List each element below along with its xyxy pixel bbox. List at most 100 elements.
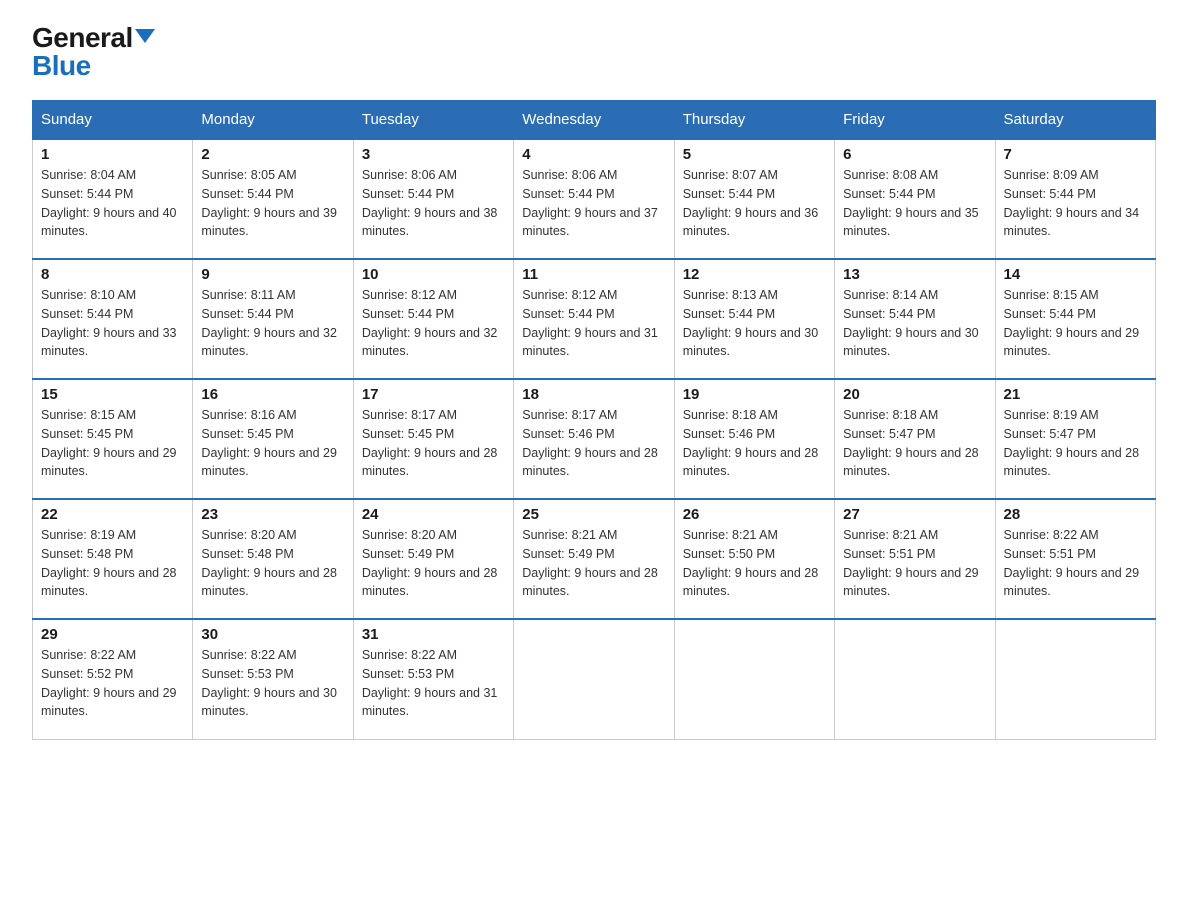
day-number: 28	[1004, 506, 1147, 523]
day-info: Sunrise: 8:20 AMSunset: 5:49 PMDaylight:…	[362, 526, 505, 601]
calendar-cell: 22 Sunrise: 8:19 AMSunset: 5:48 PMDayligh…	[33, 499, 193, 619]
day-info: Sunrise: 8:13 AMSunset: 5:44 PMDaylight:…	[683, 286, 826, 361]
day-number: 9	[201, 266, 344, 283]
day-info: Sunrise: 8:21 AMSunset: 5:49 PMDaylight:…	[522, 526, 665, 601]
day-info: Sunrise: 8:07 AMSunset: 5:44 PMDaylight:…	[683, 166, 826, 241]
day-info: Sunrise: 8:21 AMSunset: 5:50 PMDaylight:…	[683, 526, 826, 601]
calendar-cell: 11Sunrise: 8:12 AMSunset: 5:44 PMDayligh…	[514, 259, 674, 379]
day-number: 26	[683, 506, 826, 523]
calendar-cell: 4 Sunrise: 8:06 AMSunset: 5:44 PMDaylight…	[514, 139, 674, 259]
day-number: 22	[41, 506, 184, 523]
day-number: 24	[362, 506, 505, 523]
day-number: 5	[683, 146, 826, 163]
day-info: Sunrise: 8:05 AMSunset: 5:44 PMDaylight:…	[201, 166, 344, 241]
logo-general-text: General	[32, 24, 133, 52]
day-number: 30	[201, 626, 344, 643]
day-info: Sunrise: 8:22 AMSunset: 5:53 PMDaylight:…	[201, 646, 344, 721]
calendar-header-saturday: Saturday	[995, 101, 1155, 140]
day-info: Sunrise: 8:06 AMSunset: 5:44 PMDaylight:…	[522, 166, 665, 241]
calendar-table: SundayMondayTuesdayWednesdayThursdayFrid…	[32, 100, 1156, 740]
day-info: Sunrise: 8:15 AMSunset: 5:45 PMDaylight:…	[41, 406, 184, 481]
calendar-week-row-1: 1Sunrise: 8:04 AMSunset: 5:44 PMDaylight…	[33, 139, 1156, 259]
calendar-cell: 5 Sunrise: 8:07 AMSunset: 5:44 PMDaylight…	[674, 139, 834, 259]
calendar-header-wednesday: Wednesday	[514, 101, 674, 140]
calendar-cell: 14 Sunrise: 8:15 AMSunset: 5:44 PMDayligh…	[995, 259, 1155, 379]
page-header: General Blue	[32, 24, 1156, 80]
day-number: 15	[41, 386, 184, 403]
calendar-cell: 26 Sunrise: 8:21 AMSunset: 5:50 PMDayligh…	[674, 499, 834, 619]
calendar-cell	[995, 619, 1155, 739]
calendar-cell: 16Sunrise: 8:16 AMSunset: 5:45 PMDayligh…	[193, 379, 353, 499]
calendar-cell: 20Sunrise: 8:18 AMSunset: 5:47 PMDayligh…	[835, 379, 995, 499]
day-info: Sunrise: 8:19 AMSunset: 5:48 PMDaylight:…	[41, 526, 184, 601]
calendar-cell: 6 Sunrise: 8:08 AMSunset: 5:44 PMDaylight…	[835, 139, 995, 259]
calendar-week-row-2: 8 Sunrise: 8:10 AMSunset: 5:44 PMDaylight…	[33, 259, 1156, 379]
day-number: 21	[1004, 386, 1147, 403]
calendar-cell: 15 Sunrise: 8:15 AMSunset: 5:45 PMDayligh…	[33, 379, 193, 499]
calendar-header-monday: Monday	[193, 101, 353, 140]
day-info: Sunrise: 8:14 AMSunset: 5:44 PMDaylight:…	[843, 286, 986, 361]
calendar-header-row: SundayMondayTuesdayWednesdayThursdayFrid…	[33, 101, 1156, 140]
day-info: Sunrise: 8:12 AMSunset: 5:44 PMDaylight:…	[362, 286, 505, 361]
calendar-cell: 13 Sunrise: 8:14 AMSunset: 5:44 PMDayligh…	[835, 259, 995, 379]
calendar-cell: 3Sunrise: 8:06 AMSunset: 5:44 PMDaylight…	[353, 139, 513, 259]
calendar-week-row-5: 29 Sunrise: 8:22 AMSunset: 5:52 PMDayligh…	[33, 619, 1156, 739]
calendar-cell: 12 Sunrise: 8:13 AMSunset: 5:44 PMDayligh…	[674, 259, 834, 379]
day-number: 10	[362, 266, 505, 283]
calendar-cell: 1Sunrise: 8:04 AMSunset: 5:44 PMDaylight…	[33, 139, 193, 259]
day-number: 8	[41, 266, 184, 283]
day-number: 27	[843, 506, 986, 523]
day-info: Sunrise: 8:10 AMSunset: 5:44 PMDaylight:…	[41, 286, 184, 361]
calendar-cell: 18Sunrise: 8:17 AMSunset: 5:46 PMDayligh…	[514, 379, 674, 499]
calendar-cell: 23 Sunrise: 8:20 AMSunset: 5:48 PMDayligh…	[193, 499, 353, 619]
day-number: 4	[522, 146, 665, 163]
day-info: Sunrise: 8:08 AMSunset: 5:44 PMDaylight:…	[843, 166, 986, 241]
day-info: Sunrise: 8:18 AMSunset: 5:47 PMDaylight:…	[843, 406, 986, 481]
calendar-header-thursday: Thursday	[674, 101, 834, 140]
calendar-header-tuesday: Tuesday	[353, 101, 513, 140]
day-number: 25	[522, 506, 665, 523]
logo-triangle-icon	[135, 29, 155, 43]
day-number: 18	[522, 386, 665, 403]
calendar-week-row-3: 15 Sunrise: 8:15 AMSunset: 5:45 PMDayligh…	[33, 379, 1156, 499]
day-info: Sunrise: 8:22 AMSunset: 5:52 PMDaylight:…	[41, 646, 184, 721]
day-number: 23	[201, 506, 344, 523]
calendar-cell: 31 Sunrise: 8:22 AMSunset: 5:53 PMDayligh…	[353, 619, 513, 739]
day-number: 6	[843, 146, 986, 163]
day-info: Sunrise: 8:22 AMSunset: 5:51 PMDaylight:…	[1004, 526, 1147, 601]
calendar-cell	[835, 619, 995, 739]
day-number: 12	[683, 266, 826, 283]
day-number: 14	[1004, 266, 1147, 283]
calendar-cell: 7 Sunrise: 8:09 AMSunset: 5:44 PMDaylight…	[995, 139, 1155, 259]
day-info: Sunrise: 8:20 AMSunset: 5:48 PMDaylight:…	[201, 526, 344, 601]
calendar-cell: 10 Sunrise: 8:12 AMSunset: 5:44 PMDayligh…	[353, 259, 513, 379]
calendar-cell: 21 Sunrise: 8:19 AMSunset: 5:47 PMDayligh…	[995, 379, 1155, 499]
day-info: Sunrise: 8:21 AMSunset: 5:51 PMDaylight:…	[843, 526, 986, 601]
calendar-week-row-4: 22 Sunrise: 8:19 AMSunset: 5:48 PMDayligh…	[33, 499, 1156, 619]
calendar-cell	[674, 619, 834, 739]
day-info: Sunrise: 8:12 AMSunset: 5:44 PMDaylight:…	[522, 286, 665, 361]
calendar-cell: 25 Sunrise: 8:21 AMSunset: 5:49 PMDayligh…	[514, 499, 674, 619]
calendar-cell: 30 Sunrise: 8:22 AMSunset: 5:53 PMDayligh…	[193, 619, 353, 739]
day-info: Sunrise: 8:11 AMSunset: 5:44 PMDaylight:…	[201, 286, 344, 361]
day-number: 29	[41, 626, 184, 643]
calendar-cell: 29 Sunrise: 8:22 AMSunset: 5:52 PMDayligh…	[33, 619, 193, 739]
day-info: Sunrise: 8:17 AMSunset: 5:45 PMDaylight:…	[362, 406, 505, 481]
logo-blue-text: Blue	[32, 52, 155, 80]
calendar-cell: 28 Sunrise: 8:22 AMSunset: 5:51 PMDayligh…	[995, 499, 1155, 619]
day-number: 31	[362, 626, 505, 643]
logo: General Blue	[32, 24, 155, 80]
calendar-cell: 24 Sunrise: 8:20 AMSunset: 5:49 PMDayligh…	[353, 499, 513, 619]
day-info: Sunrise: 8:18 AMSunset: 5:46 PMDaylight:…	[683, 406, 826, 481]
calendar-header-sunday: Sunday	[33, 101, 193, 140]
day-info: Sunrise: 8:09 AMSunset: 5:44 PMDaylight:…	[1004, 166, 1147, 241]
day-number: 2	[201, 146, 344, 163]
day-number: 7	[1004, 146, 1147, 163]
day-info: Sunrise: 8:19 AMSunset: 5:47 PMDaylight:…	[1004, 406, 1147, 481]
calendar-cell: 27 Sunrise: 8:21 AMSunset: 5:51 PMDayligh…	[835, 499, 995, 619]
day-info: Sunrise: 8:04 AMSunset: 5:44 PMDaylight:…	[41, 166, 184, 241]
day-number: 13	[843, 266, 986, 283]
calendar-cell: 19Sunrise: 8:18 AMSunset: 5:46 PMDayligh…	[674, 379, 834, 499]
day-info: Sunrise: 8:15 AMSunset: 5:44 PMDaylight:…	[1004, 286, 1147, 361]
day-info: Sunrise: 8:22 AMSunset: 5:53 PMDaylight:…	[362, 646, 505, 721]
